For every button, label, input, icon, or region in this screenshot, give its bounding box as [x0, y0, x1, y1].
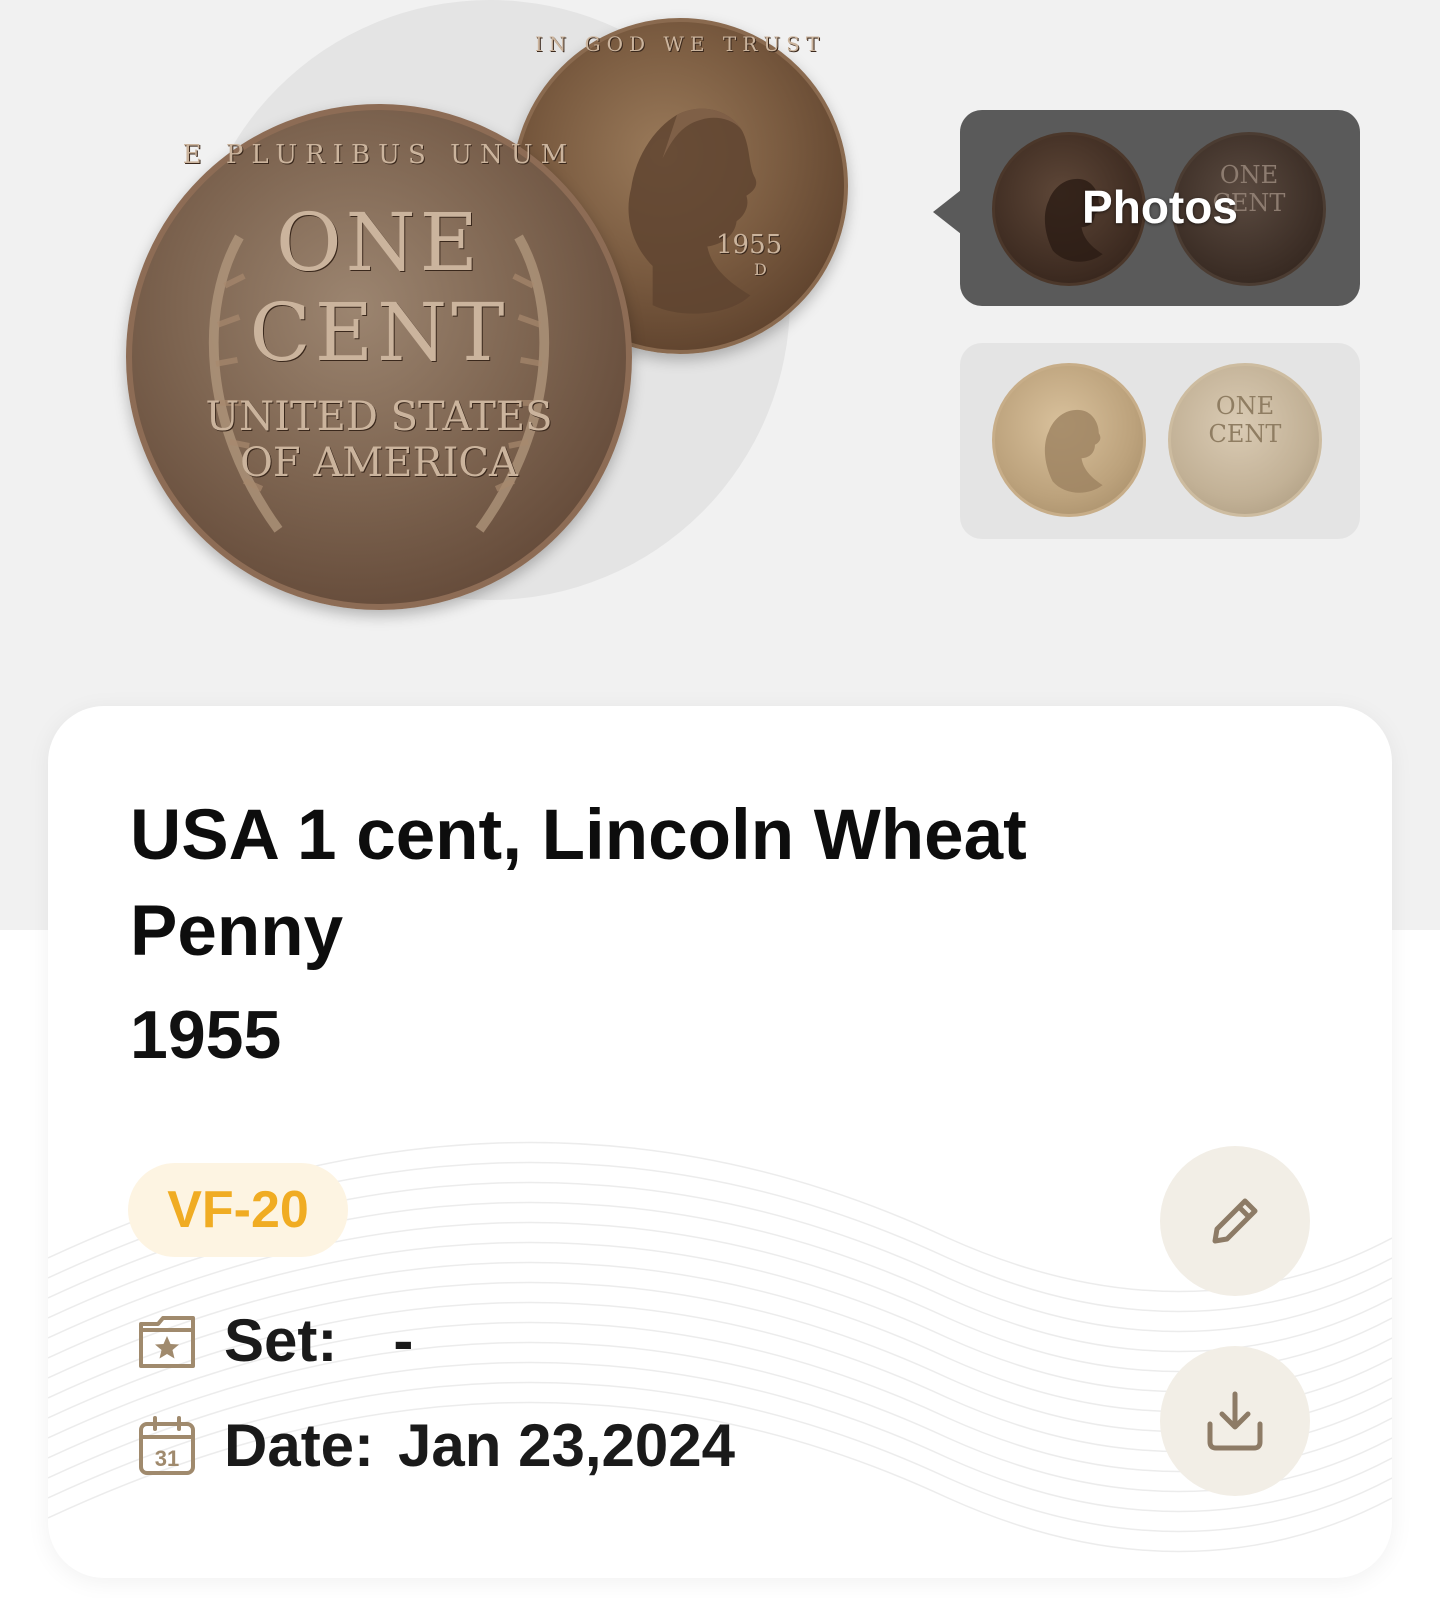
- coin-info-card: USA 1 cent, Lincoln Wheat Penny 1955 VF-…: [48, 706, 1392, 1578]
- lincoln-portrait-icon: [1044, 409, 1103, 493]
- reverse-country-line2: OF AMERICA: [240, 440, 518, 486]
- reference-thumb-reverse: ONE CENT: [1168, 363, 1322, 517]
- calendar-icon: 31: [139, 1415, 195, 1475]
- reverse-denomination-line2: CENT: [249, 286, 509, 379]
- obverse-year: 1955: [716, 230, 783, 260]
- reverse-country-line1: UNITED STATES: [205, 394, 553, 440]
- coin-title: USA 1 cent, Lincoln Wheat Penny: [130, 796, 1027, 971]
- edit-button[interactable]: [1160, 1146, 1310, 1296]
- download-button[interactable]: [1160, 1346, 1310, 1496]
- download-icon: [1207, 1391, 1263, 1451]
- pencil-icon: [1212, 1198, 1258, 1244]
- date-value: Jan 23,2024: [398, 1412, 735, 1479]
- date-label: Date:: [224, 1412, 375, 1479]
- thumb-text-one: ONE: [1215, 392, 1275, 420]
- grade-badge: VF-20: [128, 1163, 348, 1257]
- thumb-text-cent: CENT: [1208, 420, 1282, 448]
- calendar-day: 31: [155, 1446, 179, 1471]
- set-label: Set:: [224, 1307, 338, 1374]
- coin-year: 1955: [130, 997, 282, 1073]
- photos-label: Photos: [1082, 181, 1238, 233]
- set-value: -: [393, 1307, 414, 1374]
- obverse-motto: IN GOD WE TRUST: [534, 32, 826, 56]
- obverse-mint-mark: D: [754, 260, 767, 279]
- coin-reverse-image[interactable]: E PLURIBUS UNUM ONE CENT UNITED STATES O…: [126, 104, 632, 610]
- folder-star-icon: [139, 1315, 195, 1368]
- photos-pointer: [933, 190, 961, 234]
- reference-thumbnail-card[interactable]: ONE CENT: [960, 343, 1360, 539]
- photos-thumbnail-card[interactable]: ONE CENT Photos: [960, 110, 1360, 306]
- set-row: Set: -: [136, 1306, 413, 1375]
- reverse-legend: E PLURIBUS UNUM: [182, 140, 576, 170]
- date-row: 31 Date: Jan 23,2024: [136, 1411, 735, 1480]
- reference-thumb-obverse: [992, 363, 1146, 517]
- reverse-denomination-line1: ONE: [276, 196, 482, 289]
